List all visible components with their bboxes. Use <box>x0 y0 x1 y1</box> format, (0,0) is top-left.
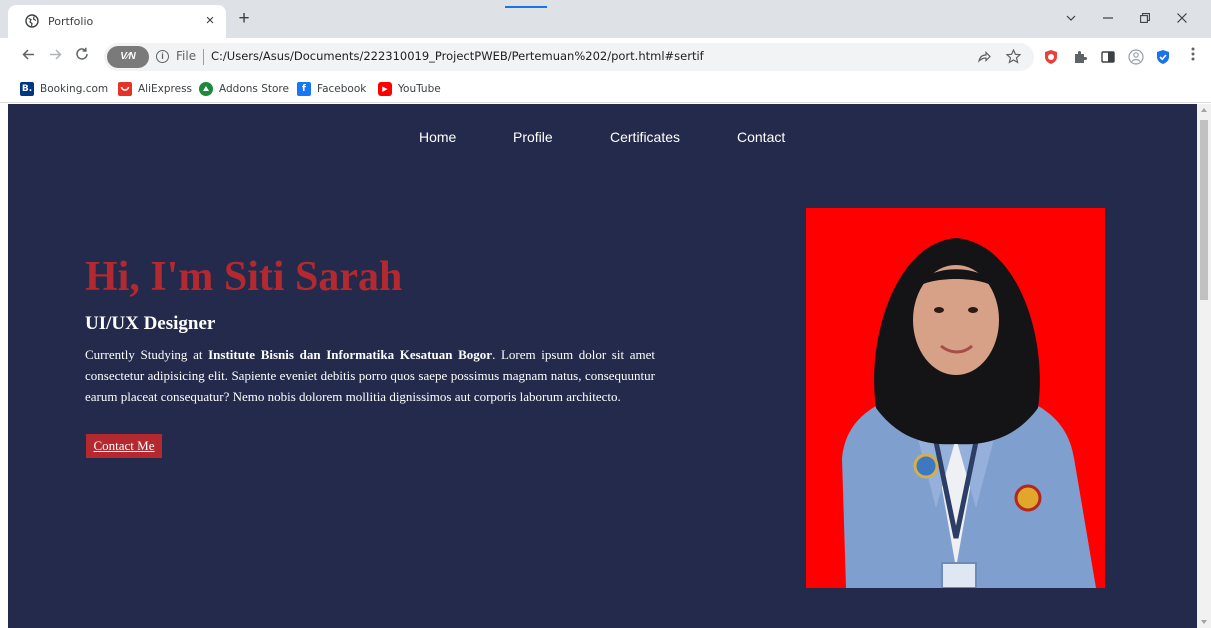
restore-icon[interactable] <box>1135 9 1155 29</box>
share-icon[interactable] <box>977 50 991 64</box>
hero-description: Currently Studying at Institute Bisnis d… <box>85 344 655 407</box>
side-panel-icon[interactable] <box>1100 49 1116 65</box>
youtube-icon: ▶ <box>378 82 392 96</box>
new-tab-button[interactable]: + <box>234 9 254 30</box>
portfolio-page: Home Profile Certificates Contact Hi, I'… <box>8 104 1197 628</box>
bookmark-label: AliExpress <box>138 83 193 95</box>
bookmark-aliexpress[interactable]: AliExpress <box>118 81 192 97</box>
bookmark-booking[interactable]: B. Booking.com <box>20 81 108 97</box>
address-divider <box>203 49 204 65</box>
reload-icon[interactable] <box>72 47 92 67</box>
hero-institution: Institute Bisnis dan Informatika Kesatua… <box>208 347 493 362</box>
bookmarks-bar: B. Booking.com AliExpress Addons Store f… <box>0 76 1211 103</box>
scroll-down-arrow-icon[interactable] <box>1201 620 1207 624</box>
nav-certificates[interactable]: Certificates <box>610 129 680 145</box>
globe-icon <box>25 14 39 28</box>
tab-close-icon[interactable]: × <box>202 13 218 29</box>
adblock-extension-icon[interactable] <box>1043 49 1059 65</box>
menu-kebab-icon[interactable] <box>1183 47 1203 67</box>
address-bar[interactable]: V⁄N i File C:/Users/Asus/Documents/22231… <box>104 43 1034 71</box>
profile-photo-illustration <box>806 208 1105 588</box>
nav-contact[interactable]: Contact <box>737 129 785 145</box>
addons-store-icon <box>199 82 213 96</box>
bookmark-label: Facebook <box>317 83 367 95</box>
forward-arrow-icon[interactable] <box>45 47 65 67</box>
tab-strip: Portfolio × + <box>0 0 1211 38</box>
scroll-up-arrow-icon[interactable] <box>1201 108 1207 112</box>
bookmark-youtube[interactable]: ▶ YouTube <box>378 81 441 97</box>
hero-title: Hi, I'm Siti Sarah <box>85 254 403 300</box>
bookmark-star-icon[interactable] <box>1006 49 1021 64</box>
tab-portfolio[interactable]: Portfolio × <box>8 5 226 38</box>
minimize-icon[interactable] <box>1098 9 1118 29</box>
hero-role: UI/UX Designer <box>85 313 216 334</box>
contact-me-button[interactable]: Contact Me <box>86 434 162 458</box>
bookmark-label: Addons Store <box>219 83 289 95</box>
nav-profile[interactable]: Profile <box>513 129 553 145</box>
scrollbar-thumb[interactable] <box>1200 120 1208 300</box>
close-window-icon[interactable] <box>1172 9 1192 29</box>
bookmark-label: Booking.com <box>40 83 109 95</box>
nav-home[interactable]: Home <box>419 129 456 145</box>
hero-description-prefix: Currently Studying at <box>85 347 209 362</box>
tab-indicator <box>505 6 547 8</box>
browser-toolbar: V⁄N i File C:/Users/Asus/Documents/22231… <box>0 38 1211 76</box>
bookmark-facebook[interactable]: f Facebook <box>297 81 366 97</box>
shield-extension-icon[interactable] <box>1155 49 1171 65</box>
tab-title: Portfolio <box>48 15 94 28</box>
booking-icon: B. <box>20 82 34 96</box>
profile-photo <box>806 208 1105 588</box>
info-icon[interactable]: i <box>156 50 169 63</box>
aliexpress-icon <box>118 82 132 96</box>
facebook-icon: f <box>297 82 311 96</box>
tab-search-icon[interactable] <box>1061 9 1081 29</box>
bookmark-addons-store[interactable]: Addons Store <box>199 81 289 97</box>
page-scrollbar[interactable] <box>1197 104 1211 628</box>
bookmark-label: YouTube <box>398 83 441 95</box>
url-text[interactable]: C:/Users/Asus/Documents/222310019_Projec… <box>211 49 704 63</box>
vpn-badge[interactable]: V⁄N <box>107 46 149 68</box>
back-arrow-icon[interactable] <box>18 47 38 67</box>
extensions-puzzle-icon[interactable] <box>1072 49 1088 65</box>
profile-avatar-icon[interactable] <box>1128 49 1144 65</box>
scheme-label: File <box>176 49 197 63</box>
